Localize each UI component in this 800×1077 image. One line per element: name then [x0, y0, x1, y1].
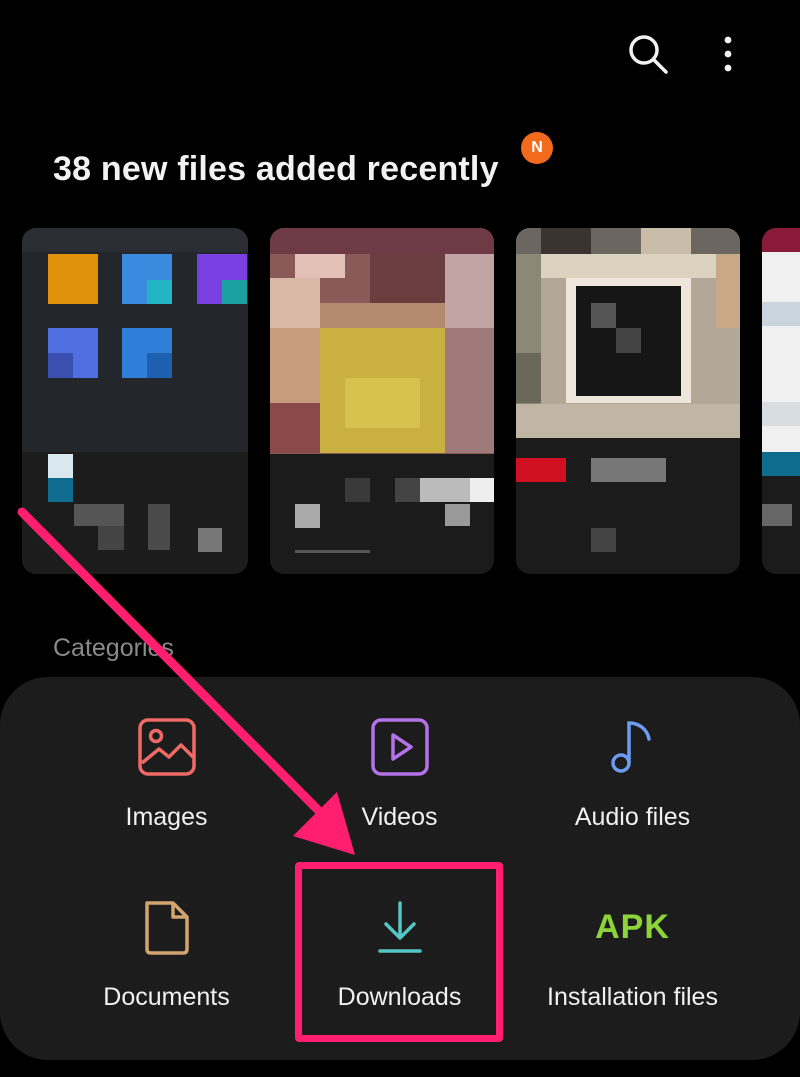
- highlight-box: [295, 862, 503, 1042]
- category-label: Videos: [361, 803, 438, 831]
- recent-file-thumbnail[interactable]: [762, 228, 800, 574]
- recent-file-thumbnail[interactable]: [270, 228, 494, 574]
- music-note-icon: [601, 715, 665, 779]
- more-options-button[interactable]: [704, 26, 752, 82]
- category-images[interactable]: Images: [50, 677, 283, 837]
- category-audio-files[interactable]: Audio files: [516, 677, 749, 837]
- categories-heading: Categories: [53, 634, 174, 662]
- new-badge: N: [521, 132, 553, 164]
- category-label: Documents: [103, 983, 230, 1011]
- apk-icon-text: APK: [595, 907, 670, 946]
- document-icon: [135, 895, 199, 959]
- video-icon: [368, 715, 432, 779]
- search-button[interactable]: [620, 26, 676, 82]
- category-label: Images: [125, 803, 208, 831]
- category-label: Audio files: [574, 803, 691, 831]
- recent-files-title: 38 new files added recently: [53, 150, 499, 188]
- apk-icon: APK: [573, 895, 693, 959]
- search-icon: [629, 35, 668, 74]
- category-videos[interactable]: Videos: [283, 677, 516, 837]
- category-documents[interactable]: Documents: [50, 857, 283, 1017]
- recent-file-thumbnail[interactable]: [516, 228, 740, 574]
- category-label: Installation files: [547, 983, 718, 1011]
- image-icon: [135, 715, 199, 779]
- category-installation-files[interactable]: APK Installation files: [516, 857, 749, 1017]
- recent-file-thumbnail[interactable]: [22, 228, 248, 574]
- more-vert-icon: [724, 36, 732, 72]
